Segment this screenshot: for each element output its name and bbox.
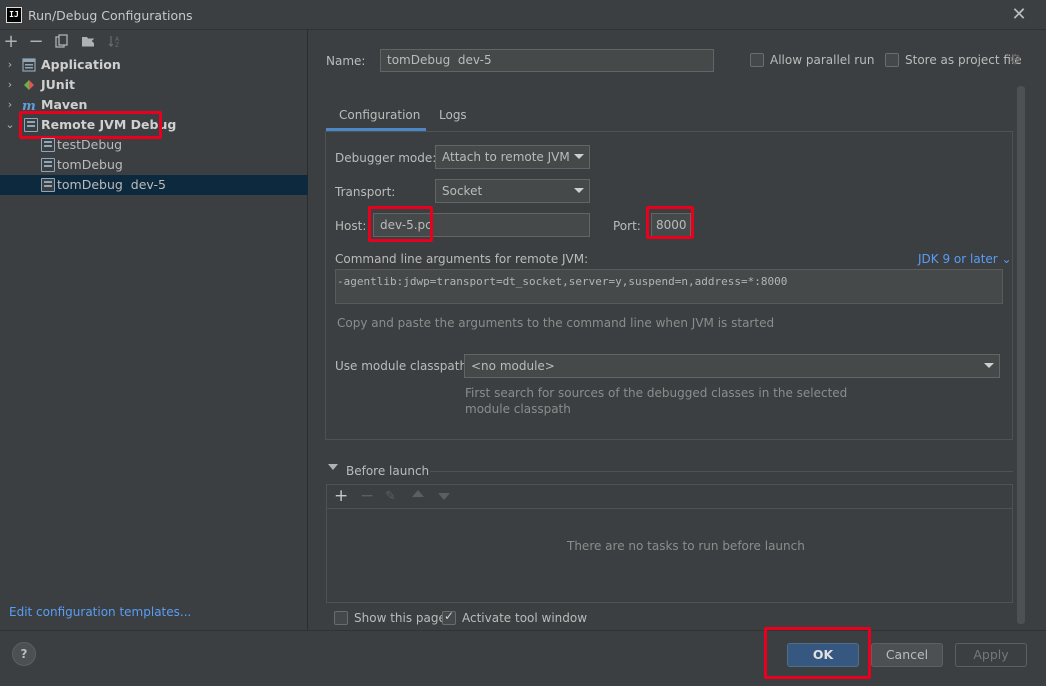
dialog-button-bar: ? OK Cancel Apply: [0, 627, 1046, 686]
activate-tool-window-label: Activate tool window: [462, 611, 588, 625]
tree-item-testdebug[interactable]: testDebug: [0, 135, 308, 155]
debugger-mode-value: Attach to remote JVM: [442, 150, 570, 164]
move-down-icon[interactable]: [438, 493, 450, 500]
name-label: Name:: [326, 54, 366, 68]
store-as-project-file-checkbox[interactable]: [885, 53, 899, 67]
host-label: Host:: [335, 219, 367, 233]
edit-configuration-templates-link[interactable]: Edit configuration templates...: [9, 605, 191, 619]
svg-text:Z: Z: [115, 42, 119, 48]
transport-value: Socket: [442, 184, 483, 198]
vertical-scrollbar[interactable]: [1017, 86, 1025, 624]
chevron-right-icon[interactable]: ›: [4, 55, 16, 75]
transport-select[interactable]: Socket: [435, 179, 590, 203]
sort-icon[interactable]: AZ: [107, 34, 123, 50]
tree-item-junit[interactable]: › JUnit: [0, 75, 308, 95]
chevron-right-icon[interactable]: ›: [4, 75, 16, 95]
command-line-args-label: Command line arguments for remote JVM:: [335, 252, 589, 266]
command-line-args-field[interactable]: -agentlib:jdwp=transport=dt_socket,serve…: [335, 269, 1003, 304]
tree-item-label: testDebug: [57, 137, 123, 152]
module-classpath-value: <no module>: [471, 359, 555, 373]
highlight-box: [646, 206, 694, 239]
module-hint-line-2: module classpath: [465, 402, 571, 416]
title-bar: IJ Run/Debug Configurations ✕: [0, 0, 1046, 30]
chevron-right-icon[interactable]: ›: [4, 95, 16, 115]
tree-item-label: tomDebug: [57, 157, 123, 172]
jdk-version-label: JDK 9 or later: [918, 252, 998, 266]
add-icon[interactable]: +: [3, 33, 19, 51]
activate-tool-window-checkbox[interactable]: [442, 609, 456, 625]
chevron-down-icon: [984, 363, 994, 368]
tree-item-tomdebug-dev-5[interactable]: tomDebug dev-5: [0, 175, 308, 195]
jdk-version-link[interactable]: JDK 9 or later ⌄: [918, 252, 1012, 266]
tree-item-label: tomDebug dev-5: [57, 177, 166, 192]
tree-item-application[interactable]: › Application: [0, 55, 308, 75]
name-field[interactable]: tomDebug dev-5: [380, 49, 714, 72]
tab-label: Logs: [439, 108, 467, 122]
application-icon: [22, 58, 36, 72]
remove-icon[interactable]: −: [360, 486, 374, 506]
tab-label: Configuration: [339, 108, 421, 122]
move-up-icon[interactable]: [412, 490, 424, 497]
transport-label: Transport:: [335, 185, 396, 199]
highlight-box: [368, 206, 433, 242]
module-hint-line-1: First search for sources of the debugged…: [465, 386, 848, 400]
junit-icon: [22, 78, 36, 92]
allow-parallel-run-checkbox[interactable]: [750, 53, 764, 67]
intellij-app-icon: IJ: [6, 7, 22, 23]
maven-icon: m: [22, 98, 36, 114]
copy-icon[interactable]: [54, 34, 70, 50]
tree-item-label: JUnit: [41, 77, 75, 92]
tab-logs[interactable]: Logs: [426, 101, 476, 131]
add-icon[interactable]: +: [334, 486, 348, 506]
before-launch-task-list: + − ✎ There are no tasks to run before l…: [326, 484, 1013, 603]
chevron-down-icon: [574, 154, 584, 159]
help-button[interactable]: ?: [12, 642, 36, 666]
store-as-project-file-label: Store as project file: [905, 53, 1022, 67]
before-launch-toolbar: + − ✎: [327, 485, 1012, 509]
chevron-down-icon: [574, 188, 584, 193]
configuration-tab-content: Debugger mode: Attach to remote JVM Tran…: [325, 131, 1013, 440]
show-this-page-checkbox[interactable]: [334, 611, 348, 625]
remote-debug-icon: [41, 138, 55, 152]
tree-toolbar: + − AZ: [0, 30, 308, 54]
tree-item-tomdebug[interactable]: tomDebug: [0, 155, 308, 175]
edit-icon[interactable]: ✎: [385, 489, 396, 504]
show-this-page-label: Show this page: [354, 611, 446, 625]
apply-button[interactable]: Apply: [955, 643, 1027, 667]
remote-debug-icon: [41, 158, 55, 172]
before-launch-title: Before launch: [346, 464, 430, 478]
debugger-mode-select[interactable]: Attach to remote JVM: [435, 145, 590, 169]
window-title: Run/Debug Configurations: [28, 8, 193, 23]
gear-icon[interactable]: ⚙: [1009, 53, 1023, 67]
tree-item-label: Application: [41, 57, 121, 72]
configuration-details-panel: Name: tomDebug dev-5 Allow parallel run …: [309, 30, 1046, 630]
module-classpath-label: Use module classpath:: [335, 359, 472, 373]
collapse-arrow-icon[interactable]: [328, 464, 338, 470]
folder-add-icon[interactable]: [81, 34, 97, 50]
allow-parallel-run-label: Allow parallel run: [770, 53, 875, 67]
chevron-down-icon: ⌄: [1001, 252, 1012, 266]
no-tasks-message: There are no tasks to run before launch: [567, 539, 805, 553]
tab-configuration[interactable]: Configuration: [326, 101, 426, 131]
module-classpath-select[interactable]: <no module>: [464, 354, 1000, 378]
debugger-mode-label: Debugger mode:: [335, 151, 437, 165]
cancel-button[interactable]: Cancel: [871, 643, 943, 667]
divider: [430, 471, 1013, 472]
chevron-down-icon[interactable]: ⌄: [4, 115, 16, 135]
command-line-hint: Copy and paste the arguments to the comm…: [337, 316, 775, 330]
remove-icon[interactable]: −: [28, 33, 44, 51]
remote-debug-icon: [41, 178, 55, 192]
close-icon[interactable]: ✕: [1009, 5, 1029, 25]
port-label: Port:: [613, 219, 641, 233]
configuration-tree-panel: + − AZ › Application › JUnit › m Maven ⌄…: [0, 30, 308, 630]
highlight-box: [764, 627, 871, 679]
